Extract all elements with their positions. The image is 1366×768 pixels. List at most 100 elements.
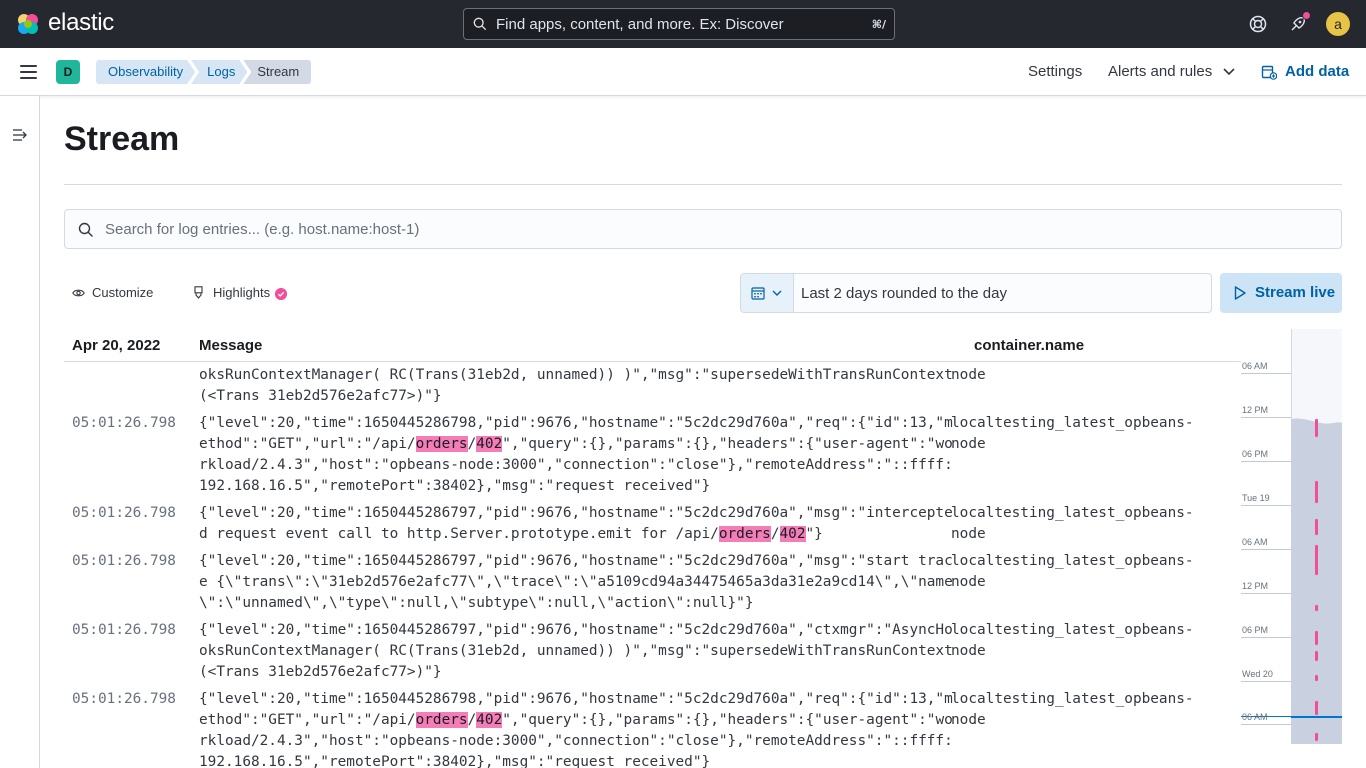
minimap-time-label: 06 PM bbox=[1242, 625, 1269, 635]
log-message-line: {"level":20,"time":1650445286798,"pid":9… bbox=[199, 689, 953, 710]
log-message-text: ethod":"GET","url":"/api/ bbox=[199, 436, 416, 452]
minimap-highlight-mark bbox=[1315, 675, 1318, 681]
elastic-logo-icon[interactable] bbox=[16, 12, 40, 36]
log-row[interactable]: 05:01:26.798 {"level":20,"time":165044528… bbox=[64, 685, 1241, 768]
minimap-tick bbox=[1241, 373, 1291, 374]
minimap-tick bbox=[1241, 681, 1291, 682]
minimap-tick bbox=[1241, 637, 1291, 638]
highlights-button[interactable]: Highlights bbox=[213, 285, 270, 300]
minimap-time-cursor bbox=[1291, 716, 1342, 718]
minimap-tick bbox=[1241, 724, 1291, 725]
brand-name[interactable]: elastic bbox=[48, 9, 114, 37]
stream-live-label: Stream live bbox=[1255, 284, 1336, 301]
log-message-text: / bbox=[770, 526, 780, 542]
minimap-highlight-mark bbox=[1315, 631, 1318, 645]
search-shortcut-hint: ⌘/ bbox=[871, 18, 886, 31]
highlight-match: 402 bbox=[476, 436, 503, 452]
minimap-highlight-mark bbox=[1315, 481, 1318, 503]
chevron-down-icon[interactable] bbox=[1222, 67, 1236, 77]
log-message-text: (<Trans 31eb2d576e2afc77>)"} bbox=[199, 388, 442, 404]
minimap-time-label: Wed 20 bbox=[1242, 669, 1273, 679]
container-name-line: localtesting_latest_opbeans- bbox=[951, 553, 1194, 569]
log-row[interactable]: 05:01:26.798 {"level":20,"time":165044528… bbox=[64, 616, 1241, 685]
log-message-line: {"level":20,"time":1650445286797,"pid":9… bbox=[199, 551, 953, 572]
breadcrumb-observability[interactable]: Observability bbox=[96, 60, 195, 84]
log-message-text: 192.168.16.5","remotePort":38402},"msg":… bbox=[199, 478, 711, 494]
log-message-line: (<Trans 31eb2d576e2afc77>)"} bbox=[199, 662, 934, 683]
log-stream-viewport[interactable]: 05:01:26.798 {"level":20,"time":165044528… bbox=[64, 362, 1241, 768]
log-message-text: (<Trans 31eb2d576e2afc77>)"} bbox=[199, 664, 442, 680]
alerts-and-rules-menu[interactable]: Alerts and rules bbox=[1108, 63, 1212, 80]
container-name-line: node bbox=[951, 367, 986, 383]
log-message: {"level":20,"time":1650445286798,"pid":9… bbox=[199, 689, 953, 768]
search-icon bbox=[473, 17, 487, 31]
page-title: Stream bbox=[64, 120, 180, 158]
stream-live-button[interactable]: Stream live bbox=[1220, 273, 1342, 313]
eye-icon[interactable] bbox=[72, 288, 85, 298]
container-name-line: node bbox=[951, 526, 986, 542]
search-icon bbox=[78, 222, 93, 237]
log-message-line: rkload/2.4.3","host":"opbeans-node:3000"… bbox=[199, 731, 953, 752]
log-timestamp: 05:01:26.798 bbox=[72, 622, 176, 638]
settings-link[interactable]: Settings bbox=[1028, 63, 1082, 80]
highlighter-icon[interactable] bbox=[193, 286, 204, 299]
log-message-text: d request event call to http.Server.prot… bbox=[199, 526, 719, 542]
expand-nav-icon[interactable] bbox=[12, 128, 28, 142]
log-message: {"level":20,"time":1650445286797,"pid":9… bbox=[199, 551, 953, 614]
log-message-line: rkload/2.4.3","host":"opbeans-node:3000"… bbox=[199, 455, 953, 476]
minimap-highlight-mark bbox=[1315, 651, 1318, 661]
container-name-line: localtesting_latest_opbeans- bbox=[951, 362, 1211, 365]
log-timestamp: 05:01:26.798 bbox=[72, 553, 176, 569]
log-message-line: {"level":20,"time":1650445286797,"pid":9… bbox=[199, 620, 953, 641]
log-message: {"level":20,"time":1650445286797,"pid":9… bbox=[199, 362, 953, 407]
log-message-text: {"level":20,"time":1650445286798,"pid":9… bbox=[199, 691, 953, 707]
log-message-line: 192.168.16.5","remotePort":38402},"msg":… bbox=[199, 476, 934, 497]
log-timestamp: 05:01:26.798 bbox=[72, 362, 176, 365]
minimap-time-label: 12 PM bbox=[1242, 581, 1269, 591]
log-row[interactable]: 05:01:26.798 {"level":20,"time":165044528… bbox=[64, 547, 1241, 616]
minimap-time-label: 06 AM bbox=[1242, 537, 1268, 547]
user-avatar[interactable]: a bbox=[1326, 12, 1350, 36]
global-search-placeholder: Find apps, content, and more. Ex: Discov… bbox=[496, 16, 784, 33]
add-data-icon[interactable] bbox=[1261, 64, 1277, 80]
log-container-name: localtesting_latest_opbeans-node bbox=[951, 362, 1211, 386]
minimap-tick bbox=[1241, 505, 1291, 506]
highlight-match: 402 bbox=[476, 712, 503, 728]
container-name-line: localtesting_latest_opbeans- bbox=[951, 691, 1194, 707]
log-minimap[interactable]: 06 AM 12 PM 06 PM Tue 19 06 AM 12 PM 06 PM Wed … bbox=[1241, 329, 1342, 744]
quick-select-button[interactable] bbox=[741, 274, 794, 312]
calendar-icon bbox=[751, 287, 765, 300]
date-range-text[interactable]: Last 2 days rounded to the day bbox=[801, 285, 1007, 302]
title-divider bbox=[64, 184, 1342, 185]
breadcrumb: Observability Logs Stream bbox=[96, 60, 312, 84]
hamburger-menu-icon[interactable] bbox=[20, 65, 37, 79]
highlight-match: orders bbox=[415, 712, 468, 728]
log-timestamp: 05:01:26.798 bbox=[72, 691, 176, 707]
log-search-input[interactable]: Search for log entries... (e.g. host.nam… bbox=[64, 209, 1342, 249]
log-message-text: rkload/2.4.3","host":"opbeans-node:3000"… bbox=[199, 457, 953, 473]
log-message-text: ","query":{},"params":{},"headers":{"use… bbox=[502, 436, 953, 452]
minimap-highlight-mark bbox=[1315, 545, 1318, 575]
log-row[interactable]: 05:01:26.798 {"level":20,"time":165044528… bbox=[64, 362, 1241, 409]
container-name-line: node bbox=[951, 643, 986, 659]
container-name-line: node bbox=[951, 712, 986, 728]
customize-button[interactable]: Customize bbox=[92, 285, 153, 300]
log-message-text: / bbox=[467, 712, 477, 728]
news-unread-dot bbox=[1302, 11, 1311, 20]
log-message-text: oksRunContextManager( RC(Trans(31eb2d, u… bbox=[199, 367, 953, 383]
log-message-text: {"level":20,"time":1650445286797,"pid":9… bbox=[199, 553, 953, 569]
log-message: {"level":20,"time":1650445286798,"pid":9… bbox=[199, 413, 953, 497]
log-message: {"level":20,"time":1650445286797,"pid":9… bbox=[199, 503, 953, 545]
minimap-highlight-mark bbox=[1315, 733, 1318, 741]
breadcrumb-logs[interactable]: Logs bbox=[191, 60, 247, 84]
add-data-link[interactable]: Add data bbox=[1285, 63, 1349, 80]
minimap-time-label: Tue 19 bbox=[1242, 493, 1270, 503]
log-row[interactable]: 05:01:26.798 {"level":20,"time":165044528… bbox=[64, 499, 1241, 547]
date-picker[interactable]: Last 2 days rounded to the day bbox=[740, 273, 1212, 313]
help-icon[interactable] bbox=[1248, 14, 1268, 34]
log-row[interactable]: 05:01:26.798 {"level":20,"time":165044528… bbox=[64, 409, 1241, 499]
highlight-match: 402 bbox=[779, 526, 806, 542]
log-container-name: localtesting_latest_opbeans-node bbox=[951, 689, 1211, 731]
global-search-input[interactable]: Find apps, content, and more. Ex: Discov… bbox=[463, 8, 895, 40]
space-selector-badge[interactable]: D bbox=[56, 60, 80, 84]
